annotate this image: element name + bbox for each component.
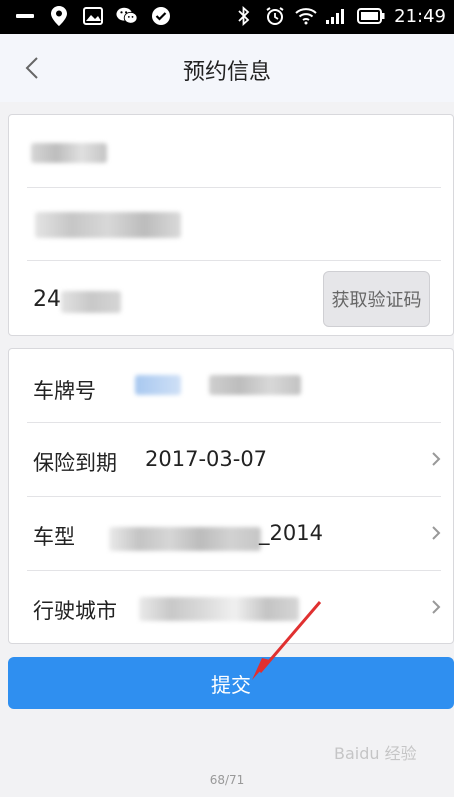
insurance-label: 保险到期 <box>33 451 117 475</box>
redacted-model <box>109 527 261 551</box>
car-model-year: _2014 <box>259 521 323 545</box>
car-model-label: 车型 <box>33 525 75 549</box>
redacted-plate-prefix <box>135 375 181 395</box>
insurance-date: 2017-03-07 <box>145 447 268 471</box>
redacted-code <box>61 291 121 313</box>
wifi-icon <box>295 5 317 27</box>
page-indicator: 68/71 <box>209 773 245 787</box>
phone-field[interactable] <box>9 188 453 260</box>
status-time: 21:49 <box>394 5 446 27</box>
code-input-partial: 24 <box>33 287 61 312</box>
redacted-name <box>31 143 107 163</box>
status-bar-right: 21:49 <box>233 5 446 27</box>
minus-icon <box>14 5 36 27</box>
signal-icon <box>326 5 348 27</box>
image-icon <box>82 5 104 27</box>
chevron-right-icon <box>432 526 441 540</box>
car-model-row[interactable]: 车型 _2014 <box>9 497 453 570</box>
plate-label: 车牌号 <box>33 379 96 403</box>
watermark: Baidu 经验 <box>334 744 417 763</box>
status-bar-left <box>14 5 172 27</box>
name-field[interactable] <box>9 115 453 187</box>
alarm-icon <box>264 5 286 27</box>
contact-card: 24 获取验证码 <box>8 114 454 336</box>
get-code-button[interactable]: 获取验证码 <box>323 271 430 327</box>
location-icon <box>48 5 70 27</box>
submit-button[interactable]: 提交 <box>8 657 454 709</box>
redacted-city <box>139 597 299 621</box>
chevron-right-icon <box>432 452 441 466</box>
city-label: 行驶城市 <box>33 599 117 623</box>
app-header: 预约信息 <box>0 34 454 102</box>
wechat-icon <box>116 5 138 27</box>
bluetooth-icon <box>233 5 255 27</box>
vehicle-card: 车牌号 保险到期 2017-03-07 车型 _2014 行驶城市 <box>8 348 454 644</box>
battery-icon <box>357 5 385 27</box>
plate-row[interactable]: 车牌号 <box>9 349 453 422</box>
check-circle-icon <box>150 5 172 27</box>
redacted-plate-number <box>209 375 301 395</box>
page-title: 预约信息 <box>182 60 271 85</box>
status-bar: 21:49 <box>0 0 454 34</box>
city-row[interactable]: 行驶城市 <box>9 571 453 644</box>
chevron-right-icon <box>432 600 441 614</box>
redacted-phone <box>35 212 181 238</box>
insurance-row[interactable]: 保险到期 2017-03-07 <box>9 423 453 496</box>
